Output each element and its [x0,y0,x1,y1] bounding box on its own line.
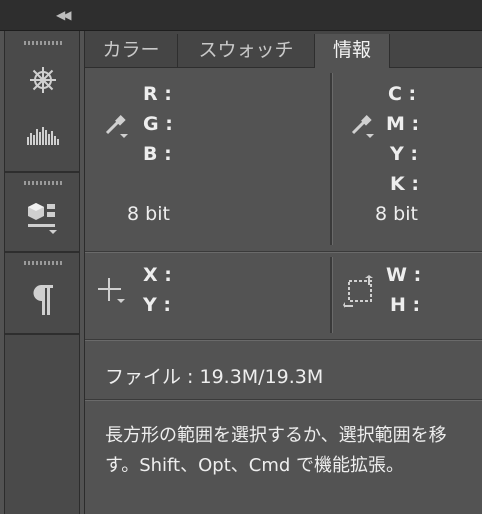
tab-swatches[interactable]: スウォッチ [178,34,315,67]
status-hint-line-2: す。Shift、Opt、Cmd で機能拡張。 [105,455,405,476]
cmyk-y-label: Y : [390,143,418,165]
xy-y-label: Y : [143,294,171,316]
navigator-icon[interactable] [26,63,60,97]
group-grip[interactable] [24,261,62,265]
info-panel: カラー スウォッチ 情報 R : G : B : 8 bit C : M : Y… [84,31,482,514]
wh-w-label: W : [386,264,422,286]
panel-icon-strip [4,31,80,514]
status-hint-line-1: 長方形の範囲を選択するか、選択範囲を移 [105,425,447,446]
group-grip[interactable] [24,181,62,185]
tab-color[interactable]: カラー [85,34,178,67]
column-divider [330,73,333,245]
panel-tabs: カラー スウォッチ 情報 [85,31,482,68]
rgb-r-label: R : [143,83,172,105]
group-separator [5,171,79,173]
group-separator [5,251,79,253]
paragraph-icon[interactable] [26,283,60,317]
crosshair-icon[interactable] [97,275,129,307]
xy-x-label: X : [143,264,172,286]
section-divider [85,399,482,401]
cmyk-c-label: C : [388,83,417,105]
rgb-bit-depth[interactable]: 8 bit [127,203,170,225]
3d-icon[interactable] [26,201,60,235]
section-divider [85,339,482,341]
cmyk-k-label: K : [390,173,419,195]
panel-dock-header: ◀◀ [0,0,482,31]
group-separator [5,333,79,335]
rgb-g-label: G : [143,113,173,135]
eyedropper-icon[interactable] [347,111,377,141]
rgb-b-label: B : [143,143,172,165]
tab-info[interactable]: 情報 [315,34,390,68]
section-divider [85,251,482,253]
cmyk-bit-depth[interactable]: 8 bit [375,203,418,225]
cmyk-m-label: M : [386,113,420,135]
wh-h-label: H : [390,294,421,316]
collapse-panels-icon[interactable]: ◀◀ [56,8,72,22]
file-size-info: ファイル : 19.3M/19.3M [105,366,324,388]
column-divider [330,257,333,333]
marquee-size-icon[interactable] [343,275,377,309]
histogram-icon[interactable] [26,117,60,151]
group-grip[interactable] [24,41,62,45]
eyedropper-icon[interactable] [101,111,131,141]
